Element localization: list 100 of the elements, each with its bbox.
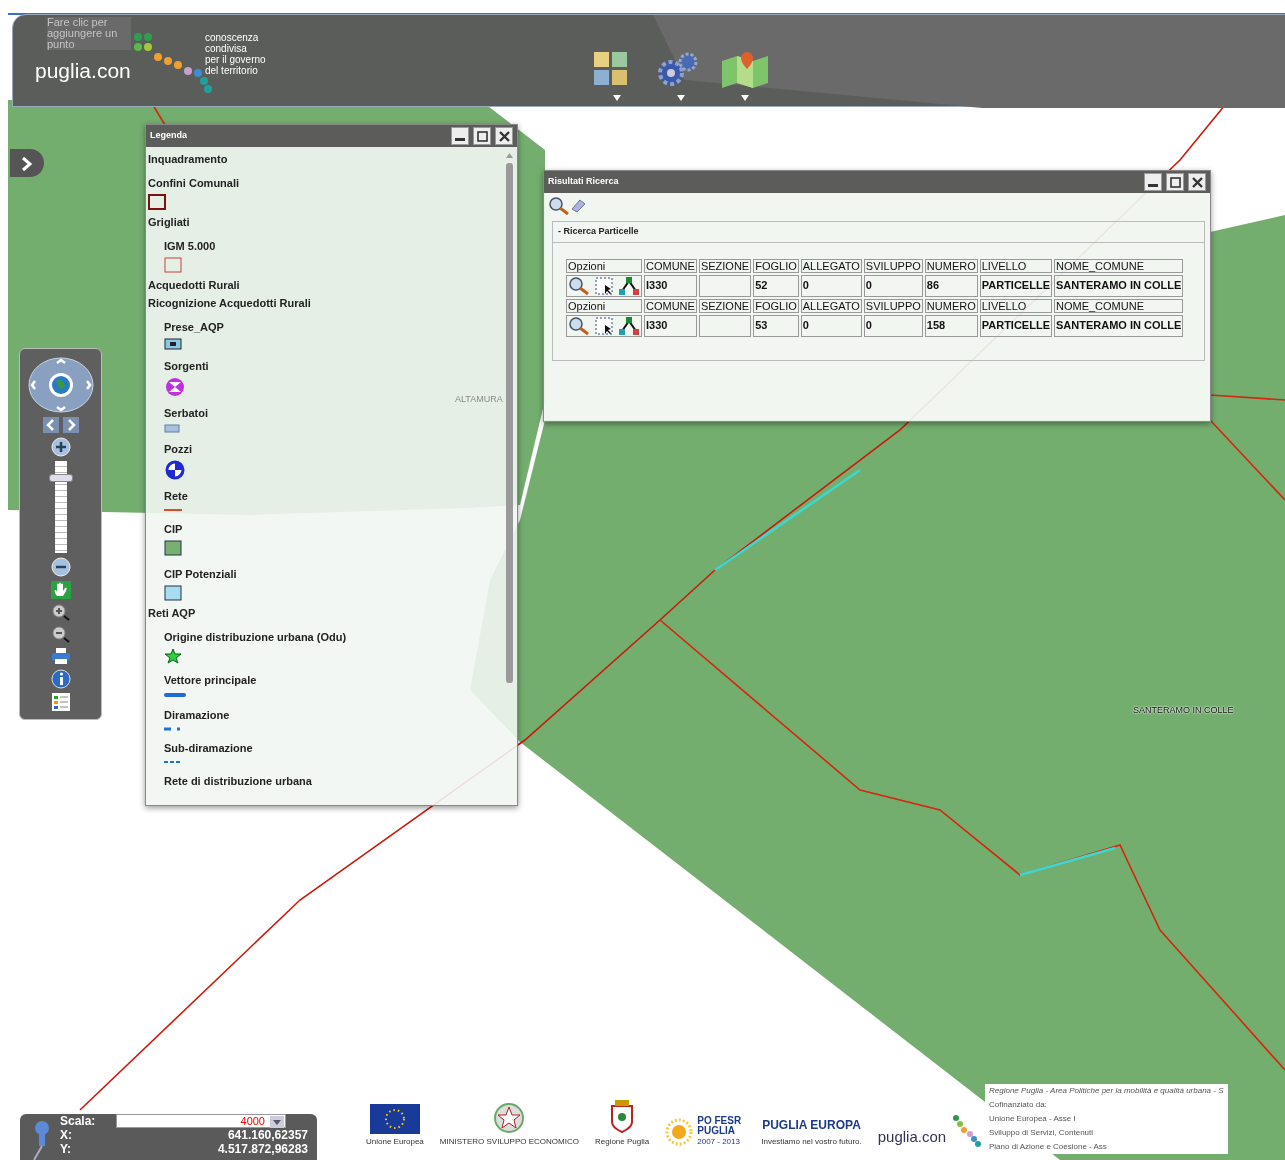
tap-symbol-icon xyxy=(164,338,182,350)
credits-text: Cofinanziato da: xyxy=(989,1099,1048,1111)
column-header: COMUNE xyxy=(644,258,697,273)
coordinate-value: 4.517.872,96283 xyxy=(216,1142,308,1156)
circle-symbol-icon xyxy=(164,377,186,397)
map-pin-button[interactable] xyxy=(721,51,769,101)
logo-caption: Unione Europea xyxy=(366,1136,424,1148)
map-place-label: SANTERAMO IN COLLE xyxy=(1133,704,1234,717)
legend-label: Rete xyxy=(164,489,188,503)
table-cell: 0 xyxy=(863,274,923,297)
coordinate-label: Scala: xyxy=(60,1114,97,1128)
column-header: ALLEGATO xyxy=(800,298,862,313)
dropdown-icon[interactable] xyxy=(270,1116,284,1128)
pan-control-icon[interactable] xyxy=(27,357,94,413)
printer-button[interactable] xyxy=(50,647,71,665)
caret-icon xyxy=(677,95,685,101)
credits-text: Sviluppo di Servizi, Contenuti xyxy=(989,1127,1095,1139)
legend-label: Prese_AQP xyxy=(164,320,224,334)
map-place-label: ALTAMURA xyxy=(455,393,503,406)
legend-label: Pozzi xyxy=(164,442,193,456)
table-cell: 158 xyxy=(924,314,978,337)
legend-label: Sub-diramazione xyxy=(164,741,253,755)
zoom-out-button[interactable] xyxy=(50,557,71,577)
hierarchy-icon[interactable] xyxy=(618,315,640,336)
minimize-button[interactable] xyxy=(1144,173,1162,191)
zoom-icon[interactable] xyxy=(568,275,590,296)
legend-list-button[interactable] xyxy=(51,693,70,711)
column-header: ALLEGATO xyxy=(800,258,862,273)
column-header: SVILUPPO xyxy=(863,298,923,313)
info-button[interactable] xyxy=(50,669,71,689)
zoom-box-out-button[interactable] xyxy=(50,625,71,643)
close-button[interactable] xyxy=(495,127,513,145)
close-icon xyxy=(498,130,510,142)
credits-text: Piano di Azione e Coesione - Ass xyxy=(989,1141,1108,1153)
expand-panel-button[interactable] xyxy=(10,149,44,177)
table-cell: I330 xyxy=(644,274,697,297)
legend-label: Ricognizione Acquedotti Rurali xyxy=(148,296,312,310)
table-cell: PARTICELLE xyxy=(979,274,1052,297)
select-icon[interactable] xyxy=(594,315,614,336)
chevron-icon xyxy=(21,155,33,172)
caret-icon xyxy=(741,95,749,101)
window-title: Legenda xyxy=(150,129,187,143)
close-icon xyxy=(1191,176,1203,188)
column-header: FOGLIO xyxy=(753,258,799,273)
logo-caption: Regione Puglia xyxy=(594,1136,650,1148)
select-icon[interactable] xyxy=(594,275,614,296)
logo-text: puglia.con xyxy=(35,58,131,84)
credits-text: Regione Puglia - Area Politiche per la mobilità e qualità urbana - S xyxy=(989,1085,1224,1097)
legend-label: Rete di distribuzione urbana xyxy=(164,774,312,788)
minimize-icon xyxy=(1148,184,1158,187)
search-icon[interactable] xyxy=(548,197,570,215)
logo-title: PO FESR PUGLIA xyxy=(697,1116,743,1136)
square-symbol-icon xyxy=(148,194,166,212)
zoom-in-button[interactable] xyxy=(50,437,71,457)
hand-pan-button[interactable] xyxy=(50,581,71,599)
column-header: NUMERO xyxy=(924,258,978,273)
table-cell: 86 xyxy=(924,274,978,297)
minimize-button[interactable] xyxy=(451,127,469,145)
close-button[interactable] xyxy=(1188,173,1206,191)
legend-label: CIP Potenziali xyxy=(164,567,237,581)
column-header: SVILUPPO xyxy=(863,258,923,273)
column-header: NOME_COMUNE xyxy=(1054,258,1184,273)
scale-field[interactable]: 4000 xyxy=(116,1114,286,1128)
hierarchy-icon[interactable] xyxy=(618,275,640,296)
legend-label: Grigliati xyxy=(148,215,191,229)
next-view-button[interactable] xyxy=(62,417,79,433)
maximize-button[interactable] xyxy=(1166,173,1184,191)
legend-label: CIP xyxy=(164,522,183,536)
maximize-button[interactable] xyxy=(473,127,491,145)
emblem-icon xyxy=(492,1102,527,1134)
zoom-icon[interactable] xyxy=(568,315,590,336)
map-pin-icon xyxy=(721,51,769,89)
table-cell: 0 xyxy=(863,314,923,337)
logo-title: PUGLIA EUROPA xyxy=(762,1117,861,1134)
maximize-icon xyxy=(1169,176,1181,188)
table-cell: SANTERAMO IN COLLE xyxy=(1054,314,1184,337)
column-header: NUMERO xyxy=(924,298,978,313)
credits-text: Unione Europea - Asse I xyxy=(989,1113,1077,1125)
legend-label: Acquedotti Rurali xyxy=(148,278,241,292)
coordinate-value: 641.160,62357 xyxy=(226,1128,308,1142)
legend-label: Diramazione xyxy=(164,708,230,722)
legend-label: IGM 5.000 xyxy=(164,239,216,253)
legend-label: Vettore principale xyxy=(164,673,257,687)
previous-view-button[interactable] xyxy=(42,417,59,433)
star-icon xyxy=(164,648,182,664)
section-header[interactable]: - Ricerca Particelle xyxy=(552,221,1205,243)
line-symbol-icon xyxy=(164,691,186,699)
tagline-text: conoscenza condivisa per il governo del territorio xyxy=(205,32,266,76)
legend-label: Origine distribuzione urbana (Odu) xyxy=(164,630,347,644)
legend-label: Confini Comunali xyxy=(148,176,240,190)
zoom-box-in-button[interactable] xyxy=(50,603,71,621)
table-cell: 0 xyxy=(800,274,862,297)
logo-caption: Investiamo nel vostro futuro. xyxy=(761,1136,862,1148)
dashed-line-icon xyxy=(164,759,182,765)
slider-thumb[interactable] xyxy=(48,473,73,482)
line-symbol-icon xyxy=(164,507,182,513)
window-title: Risultati Ricerca xyxy=(548,175,619,189)
eraser-icon[interactable] xyxy=(570,197,586,213)
table-cell: 53 xyxy=(753,314,799,337)
column-header: Opzioni xyxy=(566,298,642,313)
